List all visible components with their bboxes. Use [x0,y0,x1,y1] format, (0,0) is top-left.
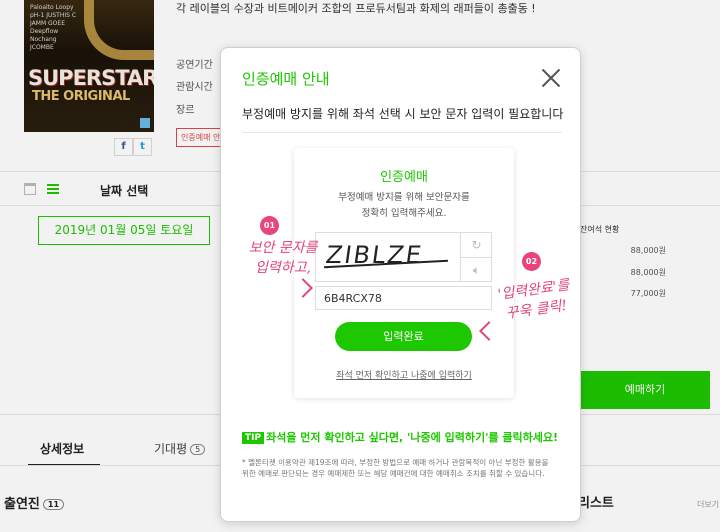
close-icon[interactable] [541,68,561,88]
step-2-marker: 02 [522,252,541,271]
tip-line: TIP 좌석을 먼저 확인하고 싶다면, '나중에 입력하기'를 클릭하세요! [242,429,558,445]
step-1-note: 보안 문자를 입력하고, [228,238,338,278]
step-1-line2: 입력하고, [255,260,311,276]
modal-title: 인증예매 안내 [242,70,330,88]
tip-badge: TIP [242,432,265,444]
policy-note: * 멜론티켓 이용약관 제19조에 따라, 부정한 방법으로 예매 하거나 관람… [242,458,549,478]
divider [242,132,562,133]
step-1-line1: 보안 문자를 [248,240,318,256]
step-1-marker: 01 [260,216,279,235]
card-title: 인증예매 [380,170,428,185]
enter-later-link[interactable]: 좌석 먼저 확인하고 나중에 입력하기 [294,368,514,381]
page: Paloalto Loopy pH-1 JUSTHIS C JAMM GOEE … [0,0,720,532]
modal-subtitle: 부정예매 방지를 위해 좌석 선택 시 보안 문자 입력이 필요합니다 [242,107,564,121]
speaker-icon[interactable]: 🔈︎ [461,258,492,283]
captcha-controls: ↻ 🔈︎ [461,232,492,282]
card-desc-line1: 부정예매 방지를 위해 보안문자를 [338,192,470,203]
submit-button[interactable]: 입력완료 [335,322,472,351]
card-desc-line2: 정확히 입력해주세요. [361,208,447,219]
tip-text: 좌석을 먼저 확인하고 싶다면, '나중에 입력하기'를 클릭하세요! [266,431,558,444]
refresh-icon[interactable]: ↻ [461,233,492,258]
captcha-input[interactable] [315,286,492,310]
card-description: 부정예매 방지를 위해 보안문자를 정확히 입력해주세요. [294,190,514,222]
